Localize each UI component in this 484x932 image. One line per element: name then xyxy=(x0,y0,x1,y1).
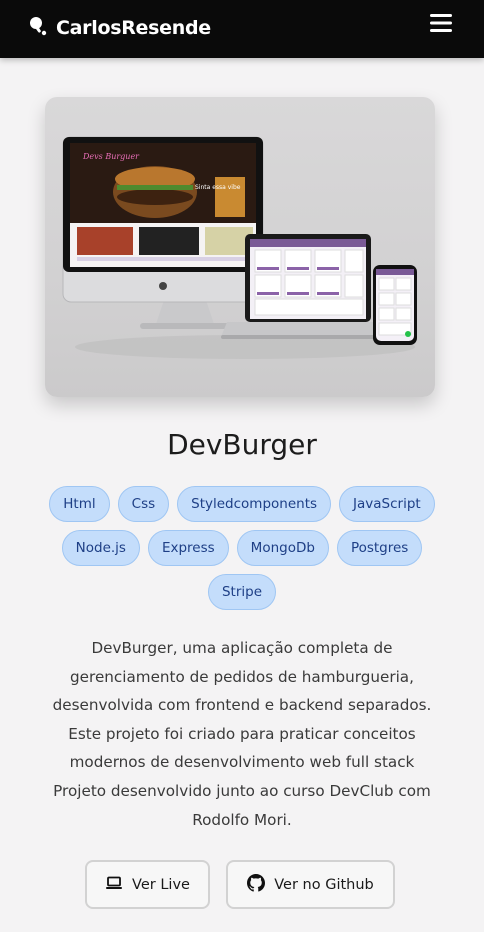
tech-tag: MongoDb xyxy=(236,530,329,566)
tech-tag: Css xyxy=(117,486,170,522)
tech-tag: Html xyxy=(49,486,110,522)
view-github-label: Ver no Github xyxy=(274,876,374,893)
project-title: DevBurger xyxy=(167,428,317,461)
svg-text:Sinta essa vibe: Sinta essa vibe xyxy=(195,184,241,191)
devices-mockup-illustration: Devs Burguer Sinta essa vibe xyxy=(62,136,417,359)
brand-logo-link[interactable]: CarlosResende xyxy=(28,14,211,42)
hamburger-menu-button[interactable] xyxy=(426,10,456,40)
laptop-icon xyxy=(105,876,123,894)
tech-tags: Html Css Styledcomponents JavaScript Node.js… xyxy=(30,486,454,610)
tech-tag: Stripe xyxy=(207,574,277,610)
tech-tag: Postgres xyxy=(336,530,423,566)
tech-tag: Styledcomponents xyxy=(177,486,332,522)
tech-tag: Express xyxy=(147,530,229,566)
top-navbar: CarlosResende xyxy=(0,0,484,58)
tech-tag: JavaScript xyxy=(339,486,435,522)
svg-text:Devs Burguer: Devs Burguer xyxy=(82,152,140,161)
view-live-button[interactable]: Ver Live xyxy=(85,860,210,909)
hamburger-menu-icon xyxy=(429,13,453,37)
view-github-button[interactable]: Ver no Github xyxy=(226,860,395,909)
ping-pong-icon xyxy=(28,15,48,41)
github-icon xyxy=(247,873,266,896)
tech-tag: Node.js xyxy=(61,530,140,566)
view-live-label: Ver Live xyxy=(132,876,190,893)
brand-name: CarlosResende xyxy=(56,17,211,39)
project-image: Devs Burguer Sinta essa vibe xyxy=(45,97,435,397)
project-description: DevBurger, uma aplicação completa de ger… xyxy=(52,639,432,829)
